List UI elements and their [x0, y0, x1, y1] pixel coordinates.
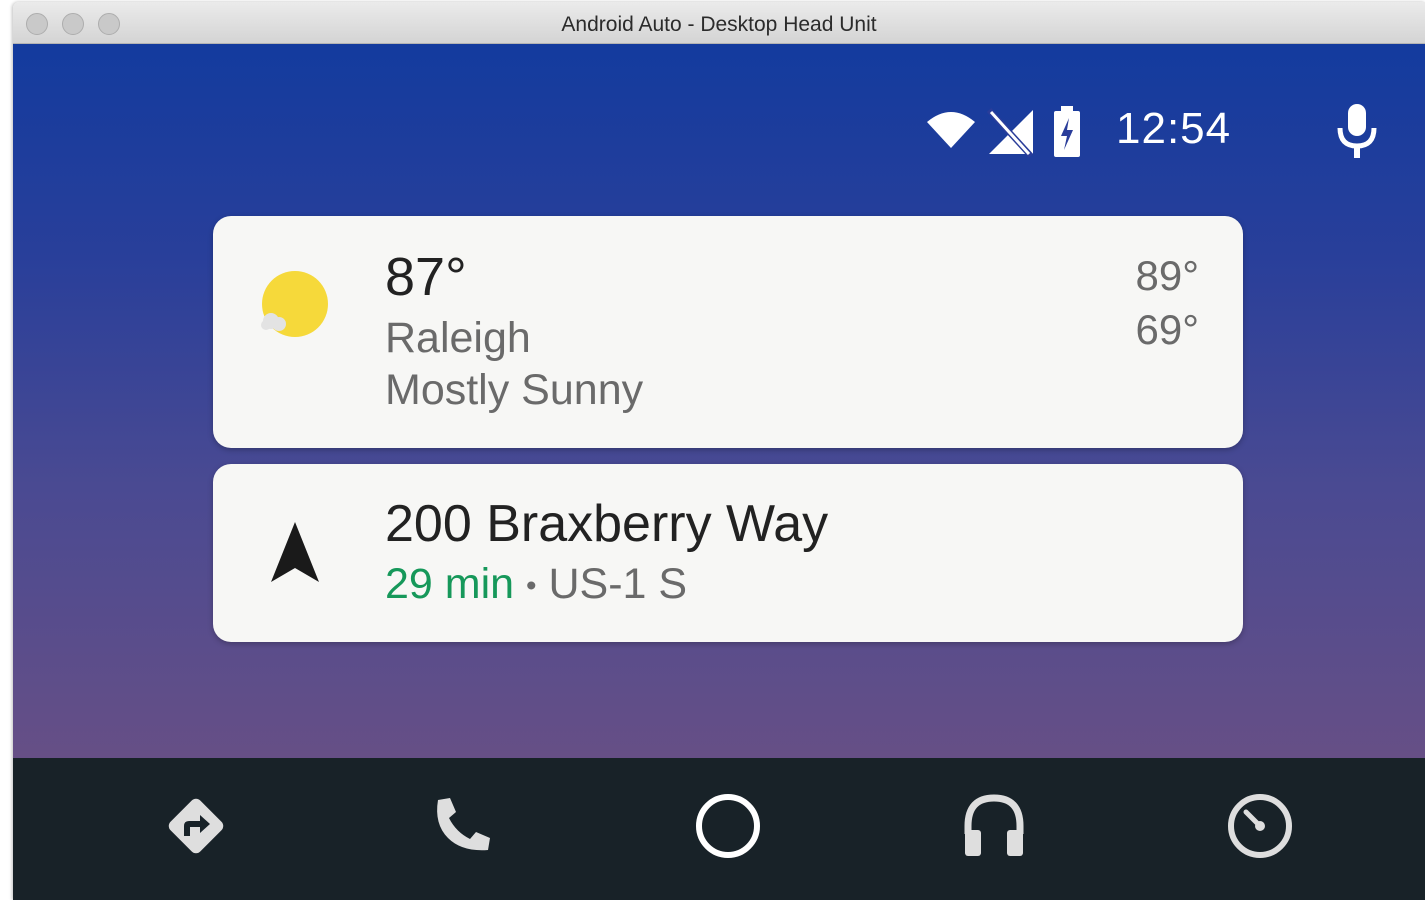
no-cellular-signal-icon — [985, 104, 1037, 164]
route-summary: 29 min • US-1 S — [385, 560, 687, 609]
window-title: Android Auto - Desktop Head Unit — [561, 13, 877, 36]
weather-card[interactable]: 87° Raleigh Mostly Sunny 89° 69° — [213, 216, 1243, 448]
app-window: Android Auto - Desktop Head Unit 12:54 8… — [13, 2, 1425, 900]
home-circle-icon[interactable] — [692, 790, 764, 862]
route-name: US-1 S — [548, 560, 688, 608]
navigation-arrow-icon — [269, 520, 321, 584]
mostly-sunny-icon — [259, 270, 331, 342]
weather-condition: Mostly Sunny — [385, 366, 644, 414]
directions-icon[interactable] — [160, 790, 232, 862]
wifi-icon — [925, 102, 977, 162]
low-temperature: 69° — [1135, 306, 1199, 353]
high-temperature: 89° — [1135, 252, 1199, 299]
status-clock: 12:54 — [1116, 104, 1232, 153]
bottom-nav-bar — [13, 758, 1425, 900]
battery-charging-icon — [1053, 104, 1081, 164]
headphones-icon[interactable] — [958, 790, 1030, 862]
gauge-icon[interactable] — [1224, 790, 1296, 862]
destination-address: 200 Braxberry Way — [385, 495, 829, 553]
navigation-card[interactable]: 200 Braxberry Way 29 min • US-1 S — [213, 464, 1243, 642]
microphone-icon[interactable] — [1335, 102, 1379, 162]
phone-icon[interactable] — [426, 790, 498, 862]
title-bar: Android Auto - Desktop Head Unit — [13, 2, 1425, 44]
weather-city: Raleigh — [385, 314, 531, 362]
eta-time: 29 min — [385, 560, 515, 608]
separator-dot: • — [526, 569, 537, 603]
current-temperature: 87° — [385, 247, 467, 307]
home-screen: 12:54 87° Raleigh Mostly Sunny 89° 69° 2… — [13, 44, 1425, 758]
